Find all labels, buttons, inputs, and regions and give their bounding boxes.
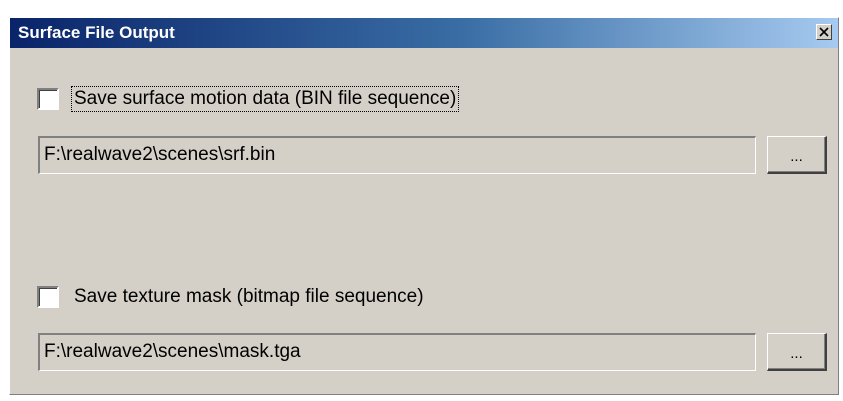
title-bar[interactable]: Surface File Output [10,18,838,48]
save-surface-motion-label[interactable]: Save surface motion data (BIN file seque… [70,86,460,112]
save-surface-motion-checkbox[interactable] [37,88,59,110]
surface-motion-browse-button[interactable]: ... [767,136,827,174]
window-title: Surface File Output [18,23,175,42]
save-texture-mask-checkbox-row[interactable]: Save texture mask (bitmap file sequence) [37,284,426,310]
close-icon [819,27,829,37]
surface-motion-path-field[interactable]: F:\realwave2\scenes\srf.bin [38,136,756,174]
surface-file-output-dialog: Surface File Output Save surface motion … [9,17,839,395]
save-texture-mask-label[interactable]: Save texture mask (bitmap file sequence) [72,285,426,309]
close-button[interactable] [816,24,832,40]
save-texture-mask-checkbox[interactable] [37,286,59,308]
texture-mask-browse-button[interactable]: ... [767,333,827,371]
save-surface-motion-checkbox-row[interactable]: Save surface motion data (BIN file seque… [37,86,460,112]
texture-mask-path-field[interactable]: F:\realwave2\scenes\mask.tga [38,333,756,371]
